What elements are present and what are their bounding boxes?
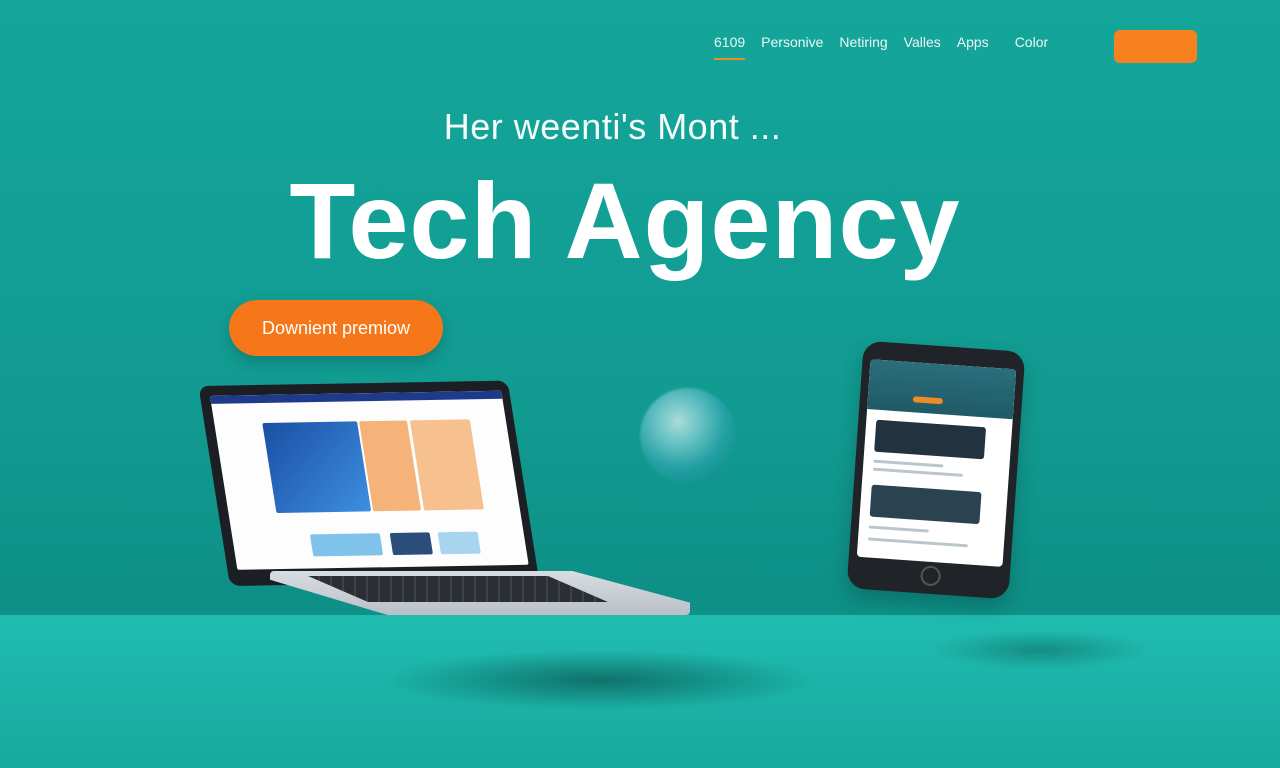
laptop-screen [209, 390, 529, 570]
nav-item-netiring[interactable]: Netiring [839, 34, 887, 50]
laptop-tile-navy [389, 532, 434, 556]
laptop-shadow [380, 650, 820, 710]
phone-text-line [867, 537, 968, 548]
phone-shadow [930, 630, 1150, 670]
nav-item-6109[interactable]: 6109 [714, 34, 746, 60]
laptop-tile-peach [409, 419, 484, 511]
phone-text-line [873, 459, 944, 468]
phone-screen [856, 359, 1017, 567]
phone-card-1 [874, 419, 987, 460]
phone-header [867, 359, 1017, 420]
nav-item-apps[interactable]: Apps [957, 34, 989, 50]
laptop-screen-bezel [198, 380, 540, 586]
phone-text-line [868, 525, 929, 533]
laptop-tile-sky [437, 531, 481, 555]
hero-kicker: Her weenti's Mont ... [443, 106, 782, 147]
phone-home-button [919, 565, 942, 587]
laptop-mockup [198, 380, 700, 646]
phone-mockup [846, 340, 1026, 600]
hero-headline: Tech Agency [289, 160, 961, 281]
laptop-tile-blue [262, 421, 372, 513]
phone-text-line [872, 467, 963, 477]
laptop-browser-bar [209, 390, 503, 404]
top-navigation: 6109 Personive Netiring Valles Apps Colo… [714, 34, 1064, 60]
nav-item-color[interactable]: Color [1015, 34, 1048, 50]
laptop-tile-lightblue [309, 533, 384, 557]
nav-item-personive[interactable]: Personive [761, 34, 823, 50]
nav-item-valles[interactable]: Valles [904, 34, 941, 50]
nav-cta-button[interactable] [1114, 30, 1197, 63]
hero-cta-button[interactable]: Downient premiow [229, 300, 443, 356]
phone-card-2 [869, 484, 982, 525]
